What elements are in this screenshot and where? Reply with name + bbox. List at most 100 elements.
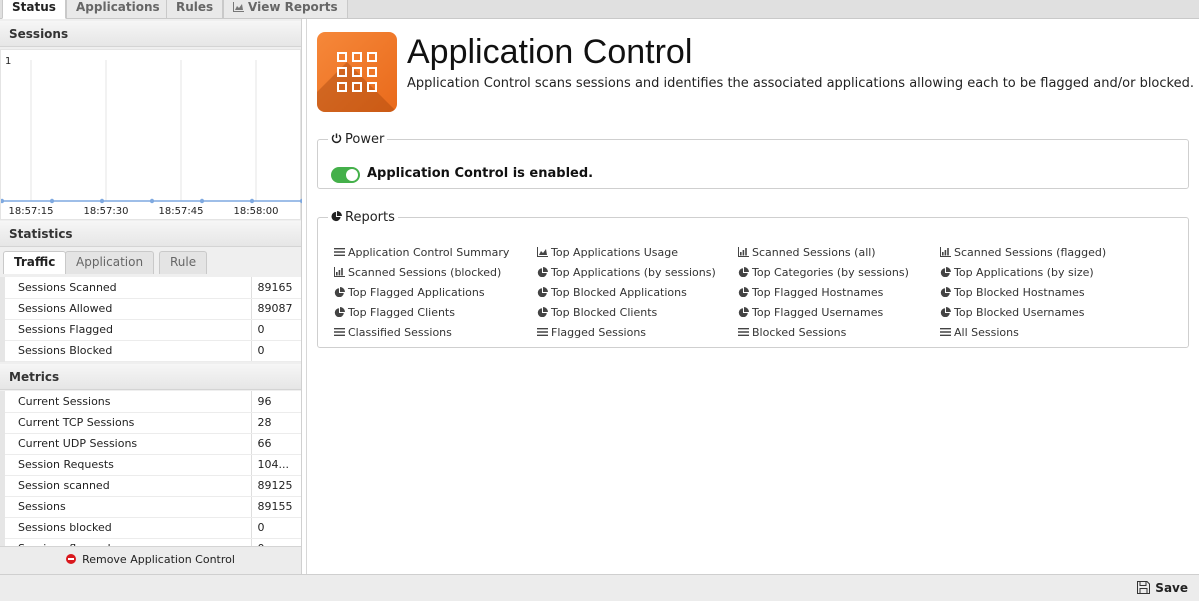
metric-value: 104...	[250, 454, 301, 476]
power-icon	[331, 133, 342, 144]
metric-label: Session Requests	[0, 454, 251, 476]
statistics-title: Statistics	[0, 221, 301, 247]
table-row[interactable]: Current UDP Sessions 66	[0, 433, 301, 455]
report-link[interactable]: Application Control Summary	[334, 246, 509, 259]
report-link-label: Blocked Sessions	[752, 326, 847, 339]
power-section: Power Application Control is enabled.	[317, 132, 1189, 189]
metric-label: Current UDP Sessions	[0, 433, 251, 455]
metric-label: Sessions flagged	[0, 538, 251, 546]
table-row[interactable]: Current TCP Sessions 28	[0, 412, 301, 434]
report-link-label: Top Flagged Hostnames	[752, 286, 884, 299]
remove-label: Remove Application Control	[82, 553, 235, 566]
report-link[interactable]: Top Applications Usage	[537, 246, 678, 259]
list-icon	[738, 328, 749, 336]
metric-value: 89125	[250, 475, 301, 497]
table-row[interactable]: Sessions Scanned 89165	[0, 277, 301, 299]
chart-point	[1, 198, 5, 204]
left-panel: Sessions 1 18:57:15 18:57:30 18:57:45 18:58:…	[0, 19, 302, 574]
chart-y-tick: 1	[5, 56, 11, 67]
metric-label: Sessions blocked	[0, 517, 251, 539]
metric-value: 89155	[250, 496, 301, 518]
remove-app-button[interactable]: Remove Application Control	[0, 546, 301, 574]
pie-chart-icon	[940, 267, 951, 277]
table-row[interactable]: Sessions Blocked 0	[0, 340, 301, 362]
table-row[interactable]: Session Requests 104...	[0, 454, 301, 476]
report-link[interactable]: Top Blocked Clients	[537, 306, 657, 319]
table-row[interactable]: Session scanned 89125	[0, 475, 301, 497]
list-icon	[334, 328, 345, 336]
save-icon	[1137, 581, 1151, 594]
table-row[interactable]: Sessions blocked 0	[0, 517, 301, 539]
table-row[interactable]: Sessions Flagged 0	[0, 319, 301, 341]
chart-point	[299, 198, 302, 204]
table-row[interactable]: Current Sessions 96	[0, 391, 301, 413]
subtab-traffic[interactable]: Traffic	[3, 251, 67, 274]
metric-value: 0	[250, 538, 301, 546]
metric-label: Sessions	[0, 496, 251, 518]
bar-chart-icon	[334, 267, 345, 277]
report-link-label: Scanned Sessions (blocked)	[348, 266, 502, 279]
stat-label: Sessions Blocked	[0, 340, 251, 362]
app-title: Application Control	[407, 33, 693, 71]
report-link-label: Top Applications (by size)	[954, 266, 1094, 279]
tab-view-reports[interactable]: View Reports	[223, 0, 348, 19]
reports-legend-label: Reports	[345, 210, 395, 225]
report-link[interactable]: Classified Sessions	[334, 326, 452, 339]
report-link[interactable]: Top Applications (by sessions)	[537, 266, 716, 279]
area-chart-icon	[233, 2, 244, 12]
report-link-label: All Sessions	[954, 326, 1019, 339]
tab-applications[interactable]: Applications	[66, 0, 170, 19]
table-row[interactable]: Sessions flagged0	[0, 538, 301, 546]
sessions-chart: 1 18:57:15 18:57:30 18:57:45 18:58:00	[0, 49, 302, 220]
report-link[interactable]: Top Flagged Hostnames	[738, 286, 883, 299]
report-link[interactable]: Top Blocked Applications	[537, 286, 687, 299]
report-link-label: Top Flagged Clients	[348, 306, 455, 319]
report-link[interactable]: Top Flagged Clients	[334, 306, 455, 319]
remove-icon	[66, 554, 77, 564]
power-toggle[interactable]	[331, 167, 360, 183]
report-link[interactable]: Top Applications (by size)	[940, 266, 1094, 279]
pie-chart-icon	[738, 267, 749, 277]
report-link[interactable]: Top Blocked Usernames	[940, 306, 1084, 319]
list-icon	[940, 328, 951, 336]
report-link[interactable]: Top Blocked Hostnames	[940, 286, 1085, 299]
save-button[interactable]: Save	[1137, 581, 1188, 595]
report-link[interactable]: Top Categories (by sessions)	[738, 266, 909, 279]
subtab-rule[interactable]: Rule	[159, 251, 208, 274]
report-link[interactable]: All Sessions	[940, 326, 1019, 339]
tab-status[interactable]: Status	[2, 0, 66, 19]
report-link[interactable]: Top Flagged Applications	[334, 286, 485, 299]
pie-chart-icon	[738, 307, 749, 317]
metrics-table: Current Sessions 96 Current TCP Sessions 2…	[0, 391, 301, 546]
report-link[interactable]: Top Flagged Usernames	[738, 306, 883, 319]
metrics-scroll[interactable]: Current Sessions 96 Current TCP Sessions 2…	[0, 391, 301, 546]
report-link[interactable]: Scanned Sessions (flagged)	[940, 246, 1106, 259]
report-link-label: Top Flagged Usernames	[752, 306, 884, 319]
metric-label: Session scanned	[0, 475, 251, 497]
chart-x-tick: 18:57:30	[84, 206, 129, 217]
report-link-label: Top Applications (by sessions)	[551, 266, 716, 279]
metric-value: 96	[250, 391, 301, 413]
pie-chart-icon	[537, 307, 548, 317]
pie-chart-icon	[738, 287, 749, 297]
subtab-application[interactable]: Application	[65, 251, 155, 274]
power-legend-label: Power	[345, 132, 385, 147]
pie-chart-icon	[537, 287, 548, 297]
report-link-label: Flagged Sessions	[551, 326, 647, 339]
power-status-text: Application Control is enabled.	[367, 166, 594, 181]
list-icon	[334, 248, 345, 256]
table-row[interactable]: Sessions 89155	[0, 496, 301, 518]
chart-point	[49, 198, 55, 204]
report-link-label: Top Blocked Clients	[551, 306, 658, 319]
report-link[interactable]: Blocked Sessions	[738, 326, 846, 339]
report-link[interactable]: Scanned Sessions (all)	[738, 246, 876, 259]
pie-chart-icon	[940, 287, 951, 297]
tab-rules[interactable]: Rules	[166, 0, 224, 19]
area-chart-icon	[537, 247, 548, 257]
report-link[interactable]: Flagged Sessions	[537, 326, 646, 339]
table-row[interactable]: Sessions Allowed 89087	[0, 298, 301, 320]
report-link[interactable]: Scanned Sessions (blocked)	[334, 266, 501, 279]
bottom-toolbar: Save	[0, 574, 1199, 601]
main-content: Application Control Application Control …	[306, 19, 1199, 574]
report-link-label: Top Blocked Applications	[551, 286, 687, 299]
